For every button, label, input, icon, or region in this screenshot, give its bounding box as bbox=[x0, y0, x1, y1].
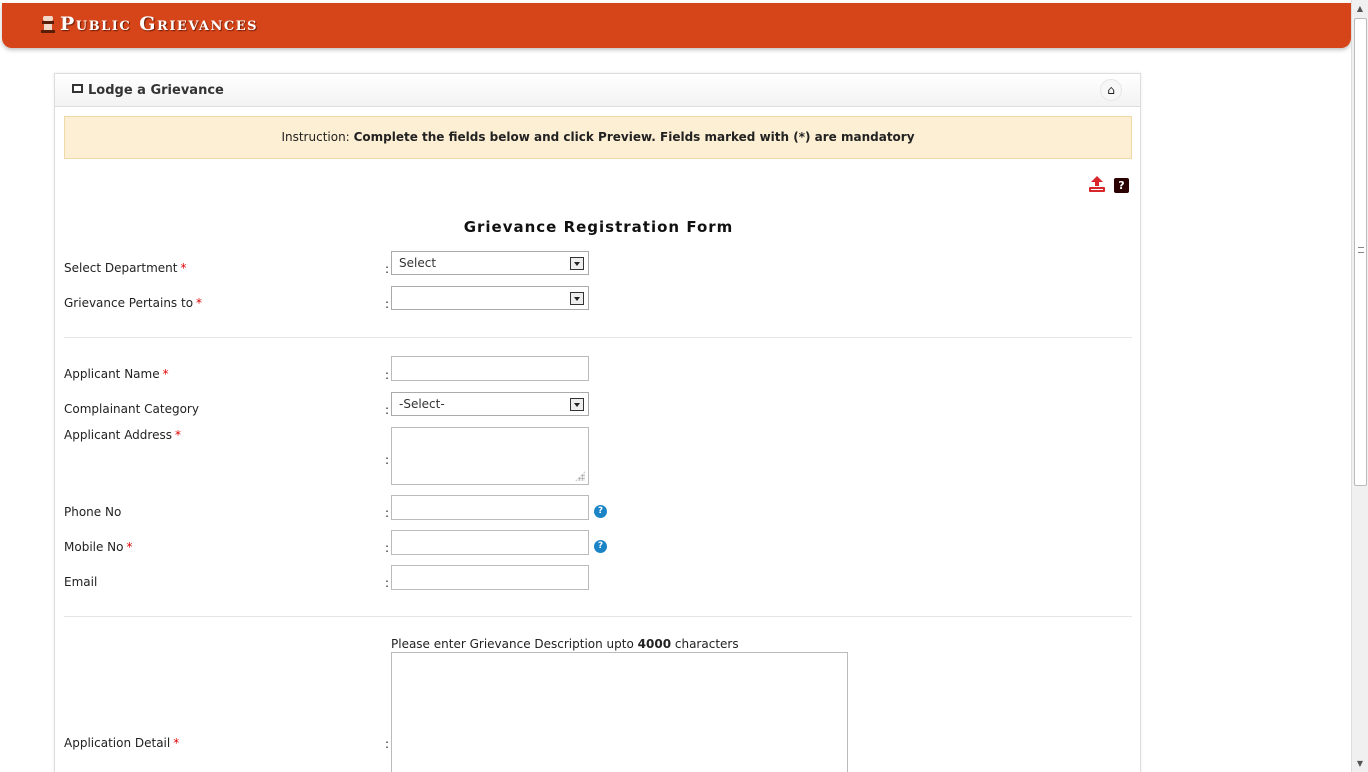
panel-title: Lodge a Grievance bbox=[88, 83, 224, 98]
mobile-label: Mobile No * bbox=[64, 540, 133, 554]
panel-header: Lodge a Grievance ⌂ bbox=[55, 74, 1140, 107]
department-select[interactable]: Select bbox=[391, 251, 589, 275]
email-label: Email bbox=[64, 575, 98, 589]
colon: : bbox=[385, 297, 390, 311]
address-label: Applicant Address * bbox=[64, 428, 181, 442]
home-icon: ⌂ bbox=[1107, 83, 1115, 97]
colon: : bbox=[385, 368, 390, 382]
pertains-select[interactable] bbox=[391, 286, 589, 310]
scroll-down-arrow-icon[interactable]: ▼ bbox=[1352, 755, 1368, 772]
form-title: Grievance Registration Form bbox=[463, 218, 734, 236]
app-title: Public Grievances bbox=[60, 13, 259, 35]
pertains-label: Grievance Pertains to * bbox=[64, 296, 203, 310]
department-select-value: Select bbox=[399, 256, 437, 270]
application-detail-textarea[interactable] bbox=[391, 652, 848, 772]
section-divider bbox=[64, 616, 1132, 617]
colon: : bbox=[385, 541, 390, 555]
resize-grip-icon[interactable] bbox=[575, 471, 585, 481]
mobile-input[interactable] bbox=[391, 530, 589, 555]
help-icon[interactable]: ? bbox=[1114, 178, 1129, 193]
applicant-name-label: Applicant Name * bbox=[64, 367, 169, 381]
colon: : bbox=[385, 262, 390, 276]
description-hint: Please enter Grievance Description upto … bbox=[391, 637, 739, 651]
chevron-down-icon bbox=[570, 292, 584, 305]
upload-icon[interactable] bbox=[1088, 175, 1106, 193]
scroll-thumb[interactable] bbox=[1354, 18, 1367, 486]
category-label: Complainant Category bbox=[64, 402, 199, 416]
category-select-value: -Select- bbox=[399, 397, 445, 411]
scroll-up-arrow-icon[interactable]: ▲ bbox=[1352, 0, 1368, 17]
chevron-down-icon bbox=[570, 398, 584, 411]
picture-icon bbox=[72, 84, 83, 93]
grievance-panel: Lodge a Grievance ⌂ Instruction: Complet… bbox=[54, 73, 1141, 772]
chevron-down-icon bbox=[570, 257, 584, 270]
colon: : bbox=[385, 403, 390, 417]
instruction-text: Complete the fields below and click Prev… bbox=[353, 130, 915, 144]
info-icon[interactable]: ? bbox=[594, 505, 607, 518]
colon: : bbox=[385, 453, 390, 467]
email-input[interactable] bbox=[391, 565, 589, 590]
phone-input[interactable] bbox=[391, 495, 589, 520]
header-bar: Public Grievances bbox=[2, 3, 1351, 48]
home-button[interactable]: ⌂ bbox=[1100, 79, 1122, 101]
address-textarea[interactable] bbox=[391, 427, 589, 485]
scroll-grip-icon bbox=[1358, 247, 1364, 253]
phone-label: Phone No bbox=[64, 505, 122, 519]
info-icon[interactable]: ? bbox=[594, 540, 607, 553]
department-label: Select Department * bbox=[64, 261, 187, 275]
applicant-name-input[interactable] bbox=[391, 356, 589, 381]
page-scrollbar[interactable]: ▲ ▼ bbox=[1351, 0, 1368, 772]
colon: : bbox=[385, 576, 390, 590]
section-divider bbox=[64, 337, 1132, 338]
state-emblem-icon bbox=[41, 16, 55, 33]
colon: : bbox=[385, 506, 390, 520]
colon: : bbox=[385, 737, 390, 751]
instruction-prefix: Instruction: bbox=[281, 130, 350, 144]
application-detail-label: Application Detail * bbox=[64, 736, 180, 750]
instruction-banner: Instruction: Complete the fields below a… bbox=[64, 116, 1132, 159]
category-select[interactable]: -Select- bbox=[391, 392, 589, 416]
